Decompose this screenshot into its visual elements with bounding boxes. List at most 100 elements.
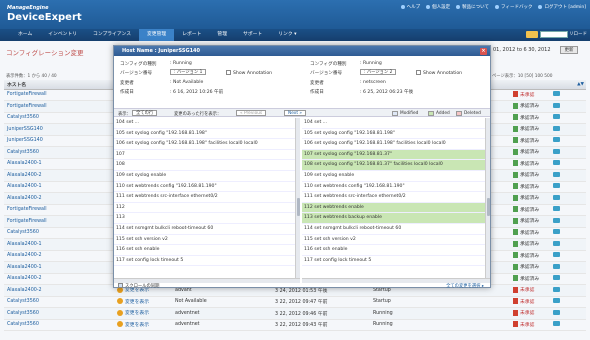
hostname-cell[interactable]: Alaxala2400-2 xyxy=(4,284,114,297)
action-cell[interactable] xyxy=(550,192,586,205)
hostname-cell[interactable]: Catalyst3560 xyxy=(4,307,114,320)
show-annotation-toggle[interactable]: Show Annotation xyxy=(226,70,272,76)
hostname-cell[interactable]: Alaxala2400-2 xyxy=(4,169,114,182)
compare-icon[interactable] xyxy=(553,298,560,304)
action-cell[interactable] xyxy=(550,123,586,136)
search-go-button[interactable] xyxy=(526,31,538,38)
compare-icon[interactable] xyxy=(553,137,560,143)
hostname-cell[interactable]: Alaxala2400-2 xyxy=(4,273,114,285)
action-cell[interactable] xyxy=(550,181,586,193)
nav-admin[interactable]: 管理 xyxy=(209,29,235,41)
checkbox[interactable] xyxy=(226,70,231,75)
logout-link[interactable]: ログアウト [admin] xyxy=(538,4,586,10)
next-button[interactable]: Next » xyxy=(284,110,307,116)
hostname-cell[interactable]: Alaxala2400-1 xyxy=(4,238,114,251)
compare-icon[interactable] xyxy=(553,321,560,327)
scroll-thumb[interactable] xyxy=(296,198,300,216)
hostname-cell[interactable]: Catalyst3560 xyxy=(4,112,114,124)
update-button[interactable]: 更新 xyxy=(560,46,578,54)
action-cell[interactable] xyxy=(550,89,586,101)
checkbox[interactable] xyxy=(416,70,421,75)
compare-icon[interactable] xyxy=(553,171,560,177)
action-cell[interactable] xyxy=(550,238,586,251)
action-cell[interactable] xyxy=(550,100,586,113)
settings-link[interactable]: 個人設定 xyxy=(426,4,450,10)
action-cell[interactable] xyxy=(550,158,586,170)
hostname-cell[interactable]: Alaxala2400-1 xyxy=(4,181,114,193)
hostname-cell[interactable]: FortigateFirewall xyxy=(4,215,114,228)
action-cell[interactable] xyxy=(550,273,586,285)
version-select[interactable]: : バージョン 2 xyxy=(360,69,397,75)
sync-scroll-toggle[interactable]: スクロールの同期 xyxy=(118,283,159,289)
table-row[interactable]: Catalyst3560 変更を表示 adventnet 3 22, 2012 09:… xyxy=(4,307,586,320)
hostname-cell[interactable]: Catalyst3560 xyxy=(4,319,114,331)
view-changes-cell[interactable]: 変更を表示 xyxy=(114,319,172,331)
hostname-cell[interactable]: Alaxala2400-2 xyxy=(4,250,114,262)
action-cell[interactable] xyxy=(550,146,586,159)
compare-icon[interactable] xyxy=(553,160,560,166)
hostname-cell[interactable]: FortigateFirewall xyxy=(4,100,114,113)
table-row[interactable]: Catalyst3560 変更を表示 adventnet 3 22, 2012 09:… xyxy=(4,319,586,331)
nav-inventory[interactable]: インベントリ xyxy=(40,29,85,41)
hostname-cell[interactable]: FortigateFirewall xyxy=(4,89,114,101)
reload-link[interactable]: | リロード xyxy=(566,31,587,37)
compare-icon[interactable] xyxy=(553,252,560,258)
action-cell[interactable] xyxy=(550,215,586,228)
action-cell[interactable] xyxy=(550,284,586,297)
action-cell[interactable] xyxy=(550,204,586,216)
close-icon[interactable]: × xyxy=(480,47,487,55)
hostname-cell[interactable]: FortigateFirewall xyxy=(4,204,114,216)
action-cell[interactable] xyxy=(550,227,586,239)
hostname-cell[interactable]: Catalyst3560 xyxy=(4,146,114,159)
about-link[interactable]: 製品について xyxy=(456,4,489,10)
show-annotation-toggle[interactable]: Show Annotation xyxy=(416,70,462,76)
version-select[interactable]: : バージョン 1 xyxy=(170,69,207,75)
compare-icon[interactable] xyxy=(553,263,560,269)
compare-icon[interactable] xyxy=(553,286,560,292)
compare-icon[interactable] xyxy=(553,148,560,154)
action-cell[interactable] xyxy=(550,296,586,308)
hostname-cell[interactable]: Catalyst3560 xyxy=(4,227,114,239)
view-changes-link[interactable]: 変更を表示 xyxy=(117,298,149,305)
compare-icon[interactable] xyxy=(553,91,560,97)
compare-icon[interactable] xyxy=(553,114,560,120)
left-scrollbar[interactable] xyxy=(295,118,300,278)
action-cell[interactable] xyxy=(550,261,586,274)
view-changes-cell[interactable]: 変更を表示 xyxy=(114,296,172,308)
compare-icon[interactable] xyxy=(553,125,560,131)
sort-icon[interactable]: ▲▼ xyxy=(577,82,584,87)
view-changes-cell[interactable]: 変更を表示 xyxy=(114,307,172,320)
help-link[interactable]: ヘルプ xyxy=(400,4,420,10)
feedback-link[interactable]: フィードバック xyxy=(495,4,532,10)
nav-reports[interactable]: レポート xyxy=(174,29,209,41)
view-changes-link[interactable]: 変更を表示 xyxy=(117,309,149,316)
show-lines-select[interactable]: 全ての行 xyxy=(132,110,158,116)
left-config-pane[interactable]: 104 set ... 105 set syslog config "192.16… xyxy=(114,118,295,278)
previous-button[interactable]: « Previous xyxy=(236,110,267,116)
compare-icon[interactable] xyxy=(553,229,560,235)
action-cell[interactable] xyxy=(550,250,586,262)
nav-change-management[interactable]: 変更管理 xyxy=(139,29,175,41)
compare-icon[interactable] xyxy=(553,217,560,223)
scroll-thumb[interactable] xyxy=(486,198,490,216)
view-changes-link[interactable]: 変更を表示 xyxy=(117,321,149,328)
page-size-selector[interactable]: ページ表示：10 [50] 100 500 xyxy=(492,73,552,79)
nav-support[interactable]: サポート xyxy=(235,29,270,41)
compare-icon[interactable] xyxy=(553,206,560,212)
action-cell[interactable] xyxy=(550,307,586,320)
action-cell[interactable] xyxy=(550,169,586,182)
col-hostname[interactable]: ホスト名 xyxy=(4,80,114,90)
compare-icon[interactable] xyxy=(553,275,560,281)
right-config-pane[interactable]: 104 set ... 105 set syslog config "192.16… xyxy=(302,118,485,278)
nav-links[interactable]: リンク ▾ xyxy=(270,29,304,41)
hostname-cell[interactable]: JuniperSSG140 xyxy=(4,123,114,136)
hostname-cell[interactable]: Alaxala2400-1 xyxy=(4,261,114,274)
checkbox[interactable] xyxy=(118,283,123,288)
hostname-cell[interactable]: Catalyst3560 xyxy=(4,296,114,308)
compare-icon[interactable] xyxy=(553,102,560,108)
select-changes-link[interactable]: 全ての変更を選択 ▸ xyxy=(446,283,484,289)
right-scrollbar[interactable] xyxy=(485,118,490,278)
hostname-cell[interactable]: Alaxala2400-2 xyxy=(4,192,114,205)
hostname-cell[interactable]: Alaxala2400-1 xyxy=(4,158,114,170)
nav-home[interactable]: ホーム xyxy=(10,29,40,41)
